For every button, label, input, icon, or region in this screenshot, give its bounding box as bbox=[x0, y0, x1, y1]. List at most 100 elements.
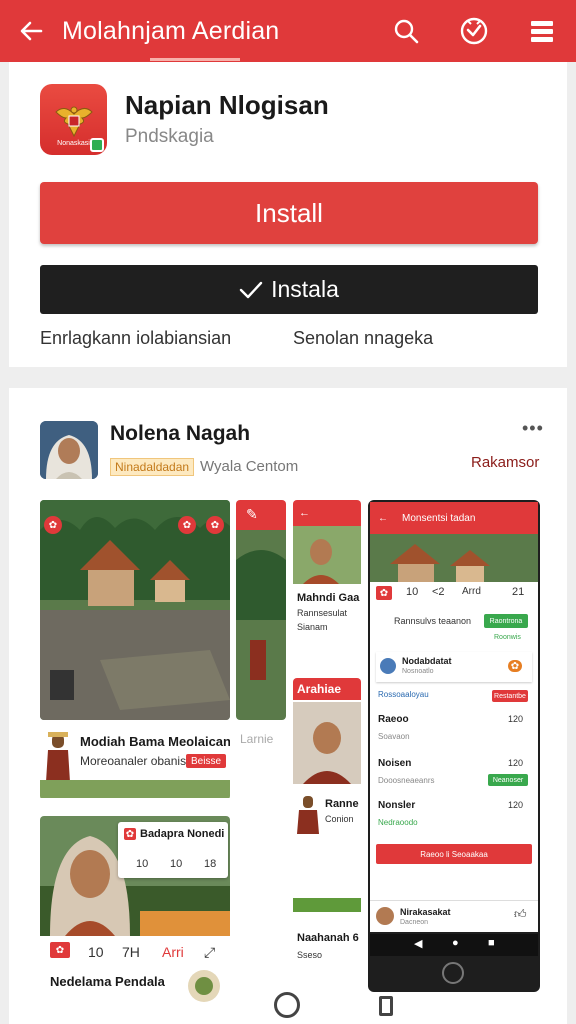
tab-icon: ✿ bbox=[50, 942, 70, 958]
overlay-card[interactable]: Badapra Nonedi ✿ 10 10 18 bbox=[118, 822, 228, 878]
screenshot-badge-left: ✿ bbox=[44, 516, 62, 534]
title-underline bbox=[150, 58, 240, 61]
screenshot-strip[interactable]: ✎ bbox=[236, 500, 286, 720]
phone-row6-val: 120 bbox=[508, 800, 524, 810]
system-recents-button[interactable] bbox=[379, 996, 393, 1016]
phone-row4-val: 120 bbox=[508, 714, 524, 724]
phone-nav-home-icon[interactable]: ● bbox=[452, 937, 459, 949]
phone-row2-chip: ✿ bbox=[508, 660, 522, 672]
developer-subtitle: Wyala Centom bbox=[200, 458, 299, 475]
phone-bottom-avatar bbox=[376, 907, 394, 925]
phone-hardware-home-icon bbox=[442, 962, 464, 984]
menu-icon bbox=[531, 21, 553, 42]
phone-row1-button[interactable]: Raontrona bbox=[484, 614, 528, 628]
phone-temple-photo bbox=[370, 534, 538, 582]
screenshot-temple[interactable]: ✿ ✿ ✿ bbox=[40, 500, 230, 720]
app-publisher[interactable]: Pndskagia bbox=[125, 126, 214, 148]
dancer-figure-icon-2 bbox=[297, 796, 319, 834]
app-icon[interactable]: Nonaskasi bbox=[40, 84, 107, 155]
phone-row5-val: 120 bbox=[508, 758, 524, 768]
caption-strip bbox=[40, 780, 230, 798]
search-button[interactable] bbox=[372, 0, 440, 62]
col3-banner: Arahiae bbox=[293, 678, 361, 700]
strip-label: Larnie bbox=[240, 732, 274, 746]
phone-row5-title: Noisen bbox=[378, 758, 412, 769]
phone-nav-back-icon[interactable]: ◀ bbox=[414, 937, 422, 950]
col3-bottom-sub: Sseso bbox=[297, 950, 323, 960]
col3-top-photo bbox=[293, 526, 361, 584]
strip-photo bbox=[236, 500, 286, 720]
screenshot-column3-bottom[interactable]: Naahanah 6 Sseso bbox=[293, 848, 361, 978]
system-home-button[interactable] bbox=[274, 992, 300, 1018]
verified-badge-icon bbox=[460, 17, 488, 45]
developer-avatar[interactable] bbox=[40, 421, 98, 479]
more-options-icon[interactable]: ••• bbox=[522, 418, 544, 439]
col3-top-title: Mahndi Gaa bbox=[297, 592, 360, 604]
search-icon bbox=[394, 19, 419, 44]
top-app-bar: Molahnjam Aerdian bbox=[0, 0, 576, 62]
col3-bottom-strip bbox=[293, 898, 361, 912]
menu-button[interactable] bbox=[508, 0, 576, 62]
phone-bottom-sub: Dacneon bbox=[400, 919, 429, 926]
phone-row5-sub: Dooosneaeanrs bbox=[378, 776, 435, 785]
tab-2[interactable]: 7H bbox=[122, 944, 140, 960]
phone-row1: Rannsulvs teaanon bbox=[394, 616, 472, 626]
screenshot-column3-mid[interactable]: Arahiae Ranne Conion bbox=[293, 678, 361, 838]
overlay-num-1: 10 bbox=[136, 858, 149, 870]
app-bar-title: Molahnjam Aerdian bbox=[62, 16, 280, 45]
developer-card: Nolenа Nagah Ninadaldadan Wyala Centom •… bbox=[9, 388, 567, 1024]
phone-row3-chip: Restantbe bbox=[492, 690, 528, 702]
screenshot-woman[interactable]: Badapra Nonedi ✿ 10 10 18 ✿ 10 7H Arri ⤢… bbox=[40, 816, 230, 1024]
install-button[interactable]: Install bbox=[40, 182, 538, 244]
caption-sub: Moreoanaler obanis bbox=[80, 754, 187, 768]
col3-top-sub: Rannsesulat bbox=[297, 608, 348, 618]
phone-tab-4[interactable]: 21 bbox=[512, 586, 524, 598]
reviews-link[interactable]: Senolan nnageka bbox=[293, 328, 433, 349]
details-link[interactable]: Enrlagkann iolabiansian bbox=[40, 328, 231, 349]
phone-nav-bar: ◀ ● ■ bbox=[370, 934, 538, 956]
developer-link[interactable]: Rakamsor bbox=[471, 454, 539, 471]
col3-mid-sub: Conion bbox=[325, 814, 354, 824]
col3-mid-title: Ranne bbox=[325, 798, 359, 810]
screenshot-column3-top[interactable]: ← Mahndi Gaa Rannsesulat Sianam bbox=[293, 500, 361, 666]
phone-bottom-card: Nirakasakat Dacneon 👍︎ bbox=[370, 900, 538, 932]
phone-action-button[interactable]: Raeoo li Seoaakaa bbox=[376, 844, 532, 864]
phone-row2-title: Nodabdatat bbox=[402, 656, 452, 666]
phone-row6-title: Nonsler bbox=[378, 800, 416, 811]
phone-nav-recent-icon[interactable]: ■ bbox=[488, 937, 495, 949]
phone-row2-sub: Nosnoatlo bbox=[402, 668, 434, 675]
phone-title-bar: ← Monsentsi tadan bbox=[370, 502, 538, 534]
overlay-title: Badapra Nonedi bbox=[140, 828, 225, 840]
tab-3[interactable]: Arri bbox=[162, 944, 184, 960]
phone-row3: Rossoaaloyau bbox=[378, 690, 429, 699]
overlay-num-3: 18 bbox=[204, 858, 217, 870]
app-name: Napian Nlogisan bbox=[125, 90, 329, 120]
phone-bottom-title: Nirakasakat bbox=[400, 907, 451, 917]
installed-button[interactable]: Instala bbox=[40, 265, 538, 314]
phone-screen: ← Monsentsi tadan ✿ 10 <2 Arrd 21 Rannsu… bbox=[370, 502, 538, 932]
phone-row2-avatar bbox=[380, 658, 396, 674]
screenshot-temple-caption[interactable]: Modiah Bama Meolaican Moreoanaler obanis… bbox=[40, 726, 230, 800]
installed-label: Instala bbox=[271, 276, 339, 302]
screenshot-phone[interactable]: ← Monsentsi tadan ✿ 10 <2 Arrd 21 Rannsu… bbox=[368, 500, 540, 992]
tab-1[interactable]: 10 bbox=[88, 944, 104, 960]
back-button[interactable] bbox=[0, 0, 62, 62]
thumbs-up-icon[interactable]: 👍︎ bbox=[514, 907, 527, 922]
tab-4-icon[interactable]: ⤢ bbox=[204, 944, 215, 961]
phone-tab-3[interactable]: Arrd bbox=[462, 586, 481, 597]
verified-button[interactable] bbox=[440, 0, 508, 62]
checkmark-icon bbox=[239, 281, 263, 298]
phone-row4-sub: Soavaon bbox=[378, 732, 410, 741]
person-portrait-icon bbox=[40, 421, 98, 479]
dancer-figure-icon bbox=[46, 732, 70, 782]
woman-caption: Nedelama Pendala bbox=[50, 974, 165, 989]
phone-row5-chip: Neanoser bbox=[488, 774, 528, 786]
phone-tab-2[interactable]: <2 bbox=[432, 586, 445, 598]
phone-tab-1[interactable]: 10 bbox=[406, 586, 418, 598]
screenshot-badge-right1: ✿ bbox=[178, 516, 196, 534]
phone-title: Monsentsi tadan bbox=[402, 512, 476, 524]
overlay-icon: ✿ bbox=[124, 828, 136, 840]
garuda-emblem-icon bbox=[54, 106, 93, 137]
col3-mid-photo bbox=[293, 702, 361, 784]
food-dish-icon bbox=[188, 970, 220, 1002]
